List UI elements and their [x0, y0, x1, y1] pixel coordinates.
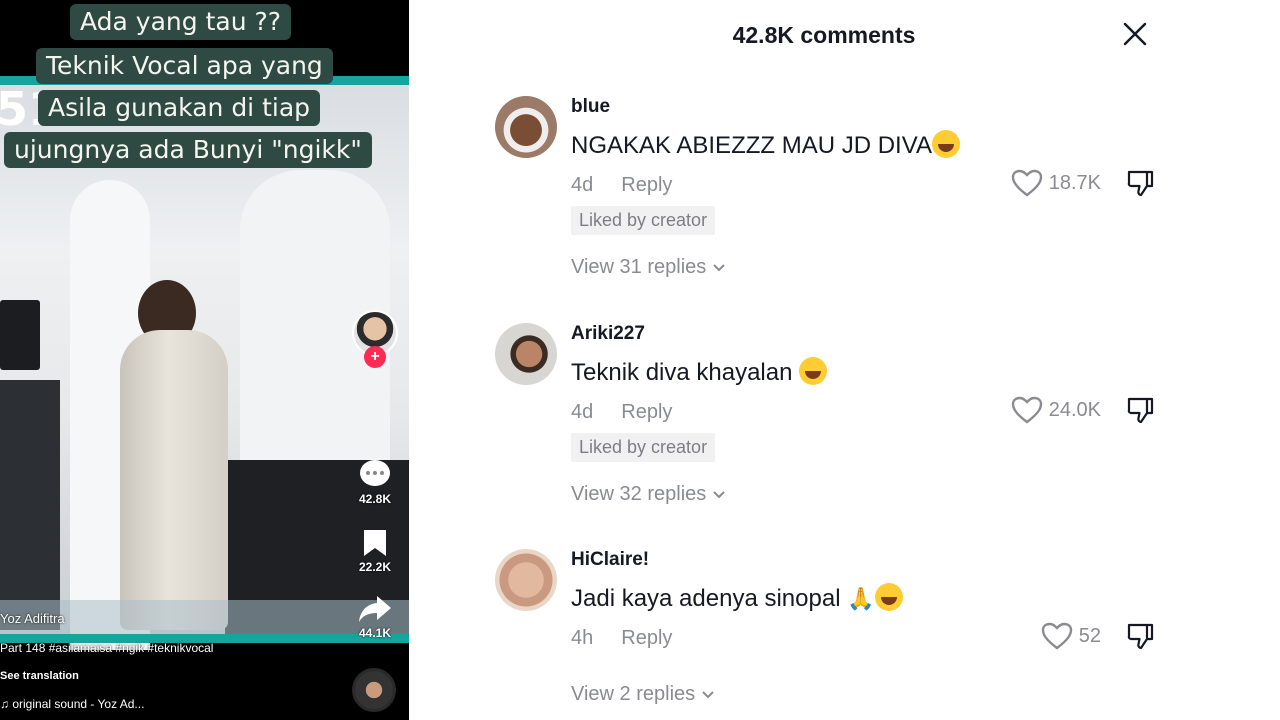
like-count: 52 — [1078, 624, 1101, 647]
chevron-down-icon — [713, 264, 725, 272]
comment-item: Ariki227 Teknik diva khayalan 4d Reply Li… — [495, 323, 1155, 553]
comment-body: Teknik diva khayalan — [571, 359, 800, 386]
save-count: 22.2K — [358, 560, 392, 574]
singer-body — [120, 330, 228, 630]
comment-time: 4d — [571, 174, 594, 196]
like-group: 18.7K — [1011, 168, 1155, 198]
caption-line-3: Asila gunakan di tiap — [38, 90, 321, 126]
comments-panel: 42.8K comments blue NGAKAK ABIEZZZ MAU J… — [409, 0, 1280, 720]
avatar[interactable] — [495, 323, 557, 385]
comment-text: Jadi kaya adenya sinopal 🙏 — [571, 583, 903, 613]
crying-emoji-icon — [874, 583, 903, 611]
caption-line-2: Teknik Vocal apa yang — [36, 48, 333, 84]
reply-button[interactable]: Reply — [621, 401, 672, 423]
reply-button[interactable]: Reply — [621, 174, 672, 196]
sound-name: original sound - Yoz Ad... — [12, 697, 145, 711]
comment-time: 4d — [571, 401, 594, 423]
video-player[interactable]: 51 Ada yang tau ?? Teknik Vocal apa yang… — [0, 0, 409, 720]
view-replies-label: View 2 replies — [571, 683, 696, 705]
creator-name[interactable]: Yoz Adifitra — [0, 611, 65, 626]
grinning-emoji-icon — [799, 357, 828, 385]
like-count: 18.7K — [1048, 171, 1101, 194]
share-action[interactable]: 44.1K — [350, 594, 400, 640]
follow-plus-icon[interactable]: + — [364, 346, 386, 368]
sound-label[interactable]: ♫ original sound - Yoz Ad... — [0, 697, 144, 711]
praying-hands-emoji-icon: 🙏 — [847, 586, 875, 611]
share-arrow-icon — [359, 596, 391, 622]
comment-bubble-icon — [360, 460, 390, 486]
video-description: Part 148 #asilamaisa #ngik #teknikvocal — [0, 641, 214, 655]
comment-action[interactable]: 42.8K — [350, 458, 400, 506]
like-count: 24.0K — [1048, 398, 1101, 421]
heart-icon[interactable] — [1011, 169, 1043, 197]
comment-count: 42.8K — [358, 492, 392, 506]
share-count: 44.1K — [358, 626, 392, 640]
heart-icon[interactable] — [1011, 396, 1043, 424]
speaker — [0, 300, 40, 370]
liked-by-creator-badge: Liked by creator — [571, 206, 716, 235]
view-replies-button[interactable]: View 31 replies — [571, 256, 726, 279]
liked-by-creator-badge: Liked by creator — [571, 433, 716, 462]
sound-disc[interactable] — [352, 668, 396, 712]
dislike-icon[interactable] — [1125, 168, 1155, 198]
chevron-down-icon — [701, 691, 714, 699]
close-icon[interactable] — [1121, 20, 1149, 48]
save-action[interactable]: 22.2K — [350, 528, 400, 574]
see-translation-link[interactable]: See translation — [0, 670, 79, 682]
wall-panel — [0, 380, 60, 630]
dislike-icon[interactable] — [1125, 395, 1155, 425]
grinning-emoji-icon — [931, 130, 960, 158]
bookmark-icon — [364, 530, 386, 556]
comment-username[interactable]: blue — [571, 96, 610, 118]
comment-item: blue NGAKAK ABIEZZZ MAU JD DIVA 4d Reply … — [495, 96, 1155, 326]
comment-body: Jadi kaya adenya sinopal — [571, 585, 848, 612]
view-replies-label: View 32 replies — [571, 483, 707, 505]
like-group: 52 — [1041, 621, 1155, 651]
dislike-icon[interactable] — [1125, 621, 1155, 651]
comment-text: Teknik diva khayalan — [571, 357, 828, 387]
caption-line-4: ujungnya ada Bunyi "ngikk" — [4, 132, 372, 168]
chevron-down-icon — [713, 491, 725, 499]
comment-text: NGAKAK ABIEZZZ MAU JD DIVA — [571, 130, 960, 160]
comment-item: HiClaire! Jadi kaya adenya sinopal 🙏 4h R… — [495, 549, 1155, 720]
avatar[interactable] — [495, 549, 557, 611]
comment-username[interactable]: HiClaire! — [571, 549, 649, 571]
comment-meta: 4h Reply — [571, 627, 672, 650]
caption-line-1: Ada yang tau ?? — [70, 4, 292, 40]
comment-meta: 4d Reply — [571, 174, 672, 197]
music-note-icon: ♫ — [0, 697, 13, 711]
reply-button[interactable]: Reply — [621, 627, 672, 649]
view-replies-button[interactable]: View 32 replies — [571, 483, 726, 506]
avatar[interactable] — [495, 96, 557, 158]
comment-meta: 4d Reply — [571, 401, 672, 424]
comment-body: NGAKAK ABIEZZZ MAU JD DIVA — [571, 132, 932, 159]
like-group: 24.0K — [1011, 395, 1155, 425]
comment-username[interactable]: Ariki227 — [571, 323, 645, 345]
comments-title: 42.8K comments — [732, 22, 916, 48]
comment-time: 4h — [571, 627, 594, 649]
view-replies-label: View 31 replies — [571, 256, 707, 278]
heart-icon[interactable] — [1041, 622, 1073, 650]
view-replies-button[interactable]: View 2 replies — [571, 683, 715, 706]
